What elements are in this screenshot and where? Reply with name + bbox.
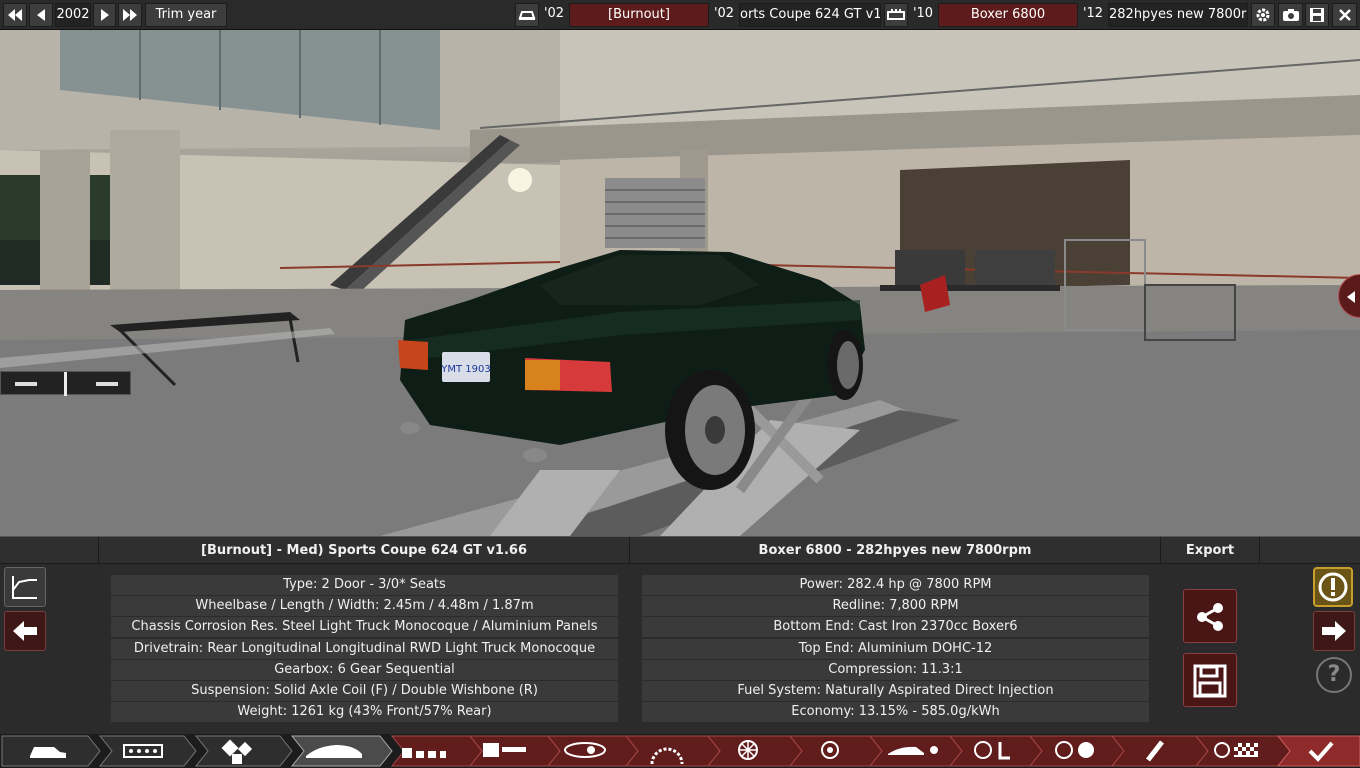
- car-stat-dimensions: Wheelbase / Length / Width: 2.45m / 4.48…: [111, 596, 618, 617]
- car-icon: [518, 11, 536, 20]
- car-family-selector[interactable]: [Burnout]: [569, 3, 709, 27]
- camera-icon: [1282, 9, 1299, 21]
- engine-icon: [887, 9, 905, 20]
- tab-parts[interactable]: [194, 735, 293, 767]
- tab-engine[interactable]: [98, 735, 197, 767]
- automation-designer-window: YMT 1903 2002 Trim year '02 [Burnout] '0…: [0, 0, 1360, 768]
- engine-year-end: '12: [1082, 6, 1104, 21]
- engine-year-start: '10: [912, 6, 934, 21]
- panel-corner: [0, 537, 99, 564]
- save-button[interactable]: [1305, 3, 1329, 27]
- engine-stat-redline: Redline: 7,800 RPM: [642, 596, 1149, 617]
- save-icon: [1310, 8, 1324, 22]
- car-stat-type: Type: 2 Door - 3/0* Seats: [111, 575, 618, 595]
- tab-car-model[interactable]: [1, 735, 101, 767]
- back-button[interactable]: [4, 611, 46, 651]
- export-save-button[interactable]: [1183, 653, 1237, 707]
- tab-headlights[interactable]: [546, 735, 639, 767]
- tab-suspension[interactable]: [624, 735, 721, 767]
- tab-wheels[interactable]: [706, 735, 803, 767]
- tab-finish[interactable]: [1276, 735, 1360, 767]
- settings-button[interactable]: [1251, 3, 1275, 27]
- tab-exhaust[interactable]: [1110, 735, 1209, 767]
- export-header: Export: [1161, 537, 1260, 564]
- rewind-icon: [8, 9, 22, 21]
- next-icon: [100, 9, 109, 21]
- chevron-left-icon: [1347, 291, 1355, 303]
- tab-aero[interactable]: [868, 735, 963, 767]
- summary-panel: [Burnout] - Med) Sports Coupe 624 GT v1.…: [0, 536, 1360, 734]
- gear-icon: [1256, 8, 1270, 22]
- car-model-selector[interactable]: orts Coupe 624 GT v1.66: [739, 3, 881, 27]
- year-field[interactable]: 2002: [55, 3, 91, 27]
- back-arrow-icon: [13, 621, 37, 641]
- engine-stat-economy: Economy: 13.15% - 585.0g/kWh: [642, 702, 1149, 723]
- fast-forward-year-button[interactable]: [118, 3, 142, 27]
- slider-handle[interactable]: [64, 372, 67, 396]
- forward-arrow-icon: [1322, 621, 1346, 641]
- prev-icon: [37, 9, 45, 21]
- help-icon: ?: [1327, 662, 1341, 687]
- top-toolbar: 2002 Trim year '02 [Burnout] '02 orts Co…: [0, 0, 1360, 30]
- warnings-button[interactable]: [1313, 567, 1353, 607]
- car-stats-list: Type: 2 Door - 3/0* Seats Wheelbase / Le…: [111, 575, 618, 723]
- engine-stat-power: Power: 282.4 hp @ 7800 RPM: [642, 575, 1149, 595]
- graph-icon: [12, 576, 37, 599]
- car-model-button[interactable]: [515, 3, 539, 27]
- collapse-side-panel-button[interactable]: [1338, 274, 1360, 318]
- car-stat-drivetrain: Drivetrain: Rear Longitudinal Longitudin…: [111, 638, 618, 659]
- save-icon: [1193, 664, 1227, 698]
- forward-button[interactable]: [1313, 611, 1355, 651]
- close-icon: [1338, 9, 1351, 21]
- tab-interior[interactable]: [948, 735, 1043, 767]
- car-stat-weight: Weight: 1261 kg (43% Front/57% Rear): [111, 702, 618, 723]
- engine-stats-list: Power: 282.4 hp @ 7800 RPM Redline: 7,80…: [642, 575, 1149, 723]
- engine-variant-selector[interactable]: 282hpyes new 7800rpm: [1108, 3, 1248, 27]
- gearbox-icon: [483, 743, 499, 757]
- engine-stat-compression: Compression: 11.3:1: [642, 659, 1149, 680]
- engine-stat-fuel-system: Fuel System: Naturally Aspirated Direct …: [642, 680, 1149, 701]
- export-share-button[interactable]: [1183, 589, 1237, 643]
- prev-year-button[interactable]: [29, 3, 53, 27]
- graph-button[interactable]: [4, 567, 46, 607]
- seats-icon: [402, 748, 412, 758]
- screenshot-button[interactable]: [1278, 3, 1303, 27]
- tab-brakes[interactable]: [788, 735, 883, 767]
- car-3d-viewport[interactable]: YMT 1903: [0, 0, 1360, 536]
- tab-safety[interactable]: [1028, 735, 1125, 767]
- view-slider[interactable]: [0, 371, 131, 396]
- car-year-end: '02: [713, 6, 735, 21]
- license-plate-text: YMT 1903: [440, 364, 490, 375]
- tab-strip: [1, 735, 1360, 767]
- rewind-year-button[interactable]: [3, 3, 27, 27]
- engine-stat-top-end: Top End: Aluminium DOHC-12: [642, 638, 1149, 659]
- showroom-render: YMT 1903: [0, 30, 1360, 536]
- share-icon: [1197, 603, 1223, 631]
- warning-icon: [1318, 572, 1348, 602]
- car-year-start: '02: [543, 6, 565, 21]
- car-summary-title: [Burnout] - Med) Sports Coupe 624 GT v1.…: [99, 537, 630, 564]
- next-year-button[interactable]: [93, 3, 116, 27]
- engine-stat-bottom-end: Bottom End: Cast Iron 2370cc Boxer6: [642, 617, 1149, 638]
- tab-gauge[interactable]: [1194, 735, 1291, 767]
- tab-seats[interactable]: [390, 735, 483, 767]
- trim-year-label: Trim year: [145, 3, 227, 27]
- car-stat-chassis: Chassis Corrosion Res. Steel Light Truck…: [111, 617, 618, 638]
- help-button[interactable]: ?: [1316, 657, 1352, 693]
- tab-body[interactable]: [290, 735, 393, 767]
- car-stat-suspension: Suspension: Solid Axle Coil (F) / Double…: [111, 680, 618, 701]
- engine-family-selector[interactable]: Boxer 6800: [938, 3, 1078, 27]
- panel-corner-right: [1260, 537, 1360, 564]
- fast-forward-icon: [123, 9, 137, 21]
- car-stat-gearbox: Gearbox: 6 Gear Sequential: [111, 659, 618, 680]
- close-button[interactable]: [1332, 3, 1357, 27]
- engine-button[interactable]: [884, 3, 908, 27]
- tab-gearbox[interactable]: [468, 735, 561, 767]
- designer-tabs: [0, 734, 1360, 768]
- engine-summary-title: Boxer 6800 - 282hpyes new 7800rpm: [630, 537, 1161, 564]
